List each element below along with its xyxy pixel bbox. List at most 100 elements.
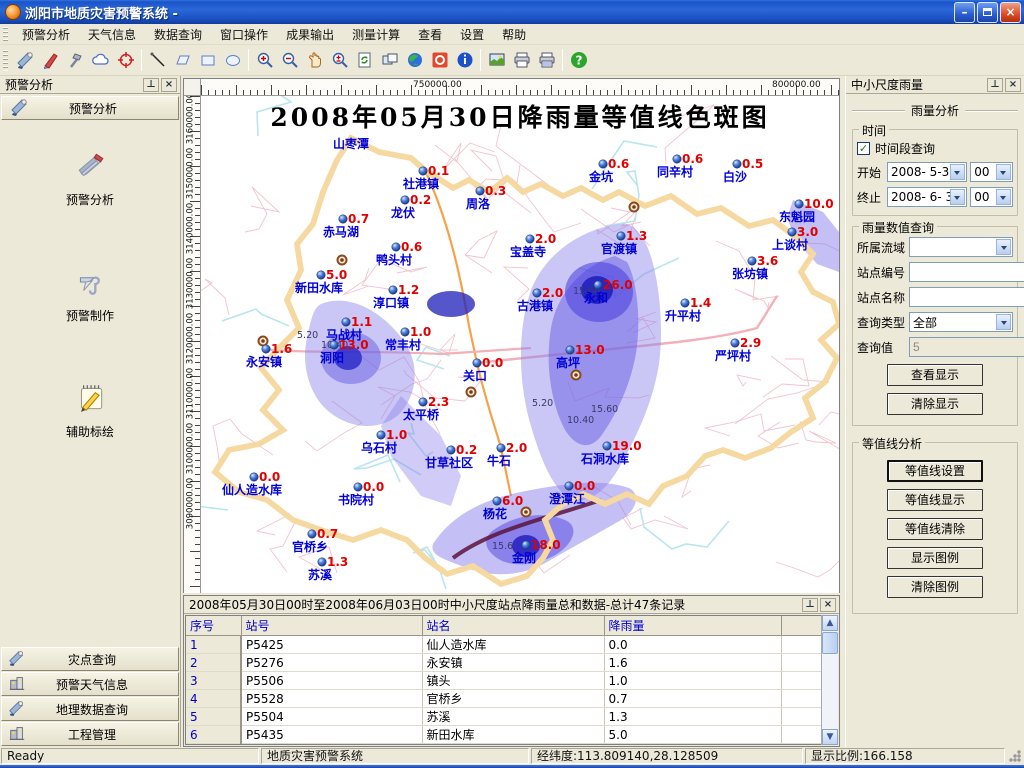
tool-hammer-icon[interactable]	[63, 48, 88, 72]
close-icon[interactable]: ×	[820, 598, 836, 612]
time-range-checkbox[interactable]: ✓	[857, 142, 870, 155]
layers-icon[interactable]	[377, 48, 402, 72]
station-value: 0.7	[348, 212, 369, 226]
contour-button-4[interactable]: 显示图例	[887, 547, 983, 569]
sidebar-bar[interactable]: 预警天气信息	[1, 672, 179, 696]
query-type-combo[interactable]: 全部	[909, 312, 1013, 332]
warning-make-icon[interactable]	[38, 48, 63, 72]
contour-button-5[interactable]: 清除图例	[887, 576, 983, 598]
minimize-button[interactable]: –	[954, 2, 975, 23]
warning-analysis-icon[interactable]	[13, 48, 38, 72]
title-bar[interactable]: 浏阳市地质灾害预警系统 - – ×	[0, 0, 1024, 24]
draw-polygon-icon[interactable]	[170, 48, 195, 72]
globe-icon[interactable]	[402, 48, 427, 72]
sidebar-item-1[interactable]: 预警分析	[66, 144, 114, 208]
rainfall-data-grid[interactable]: 序号站号站名降雨量 1P5425仙人造水库0.02P5276永安镇1.63P55…	[185, 615, 838, 745]
end-hour-combo[interactable]: 00	[970, 187, 1013, 207]
table-row[interactable]: 3P5506镇头1.0	[186, 672, 823, 690]
table-header[interactable]: 序号	[186, 616, 241, 636]
start-hour-combo[interactable]: 00	[970, 162, 1013, 182]
map-canvas[interactable]: 2008年05月30日降雨量等值线色斑图	[201, 96, 839, 593]
chevron-down-icon[interactable]	[996, 189, 1011, 205]
table-row[interactable]: 7P5310洞阳13.0	[186, 744, 823, 746]
contour-button-2[interactable]: 等值线显示	[887, 489, 983, 511]
restore-button[interactable]	[977, 2, 998, 23]
zoom-out-icon[interactable]	[277, 48, 302, 72]
zoom-in-icon[interactable]	[252, 48, 277, 72]
chevron-down-icon[interactable]	[996, 164, 1011, 180]
sidebar-bar[interactable]: 地理数据查询	[1, 697, 179, 721]
sidebar-bar[interactable]: 灾点查询	[1, 647, 179, 671]
table-header[interactable]: 站名	[422, 616, 604, 636]
menu-item[interactable]: 测量计算	[343, 24, 409, 45]
table-cell: 1.3	[604, 708, 781, 726]
refresh-icon[interactable]	[352, 48, 377, 72]
zoom-full-icon[interactable]	[327, 48, 352, 72]
print-icon[interactable]	[509, 48, 534, 72]
help-icon[interactable]: ?	[566, 48, 591, 72]
menu-item[interactable]: 设置	[451, 24, 493, 45]
station-id-input[interactable]	[909, 262, 1024, 282]
menu-item[interactable]: 查看	[409, 24, 451, 45]
locate-target-icon[interactable]	[113, 48, 138, 72]
chevron-down-icon[interactable]	[996, 314, 1011, 330]
scroll-up-icon[interactable]: ▲	[822, 615, 838, 631]
start-date-combo[interactable]: 2008- 5-30	[887, 162, 967, 182]
map-station: 1.6永安镇	[245, 342, 292, 369]
print-preview-icon[interactable]	[534, 48, 559, 72]
clear-display-button[interactable]: 清除显示	[887, 393, 983, 415]
menu-item[interactable]: 成果输出	[277, 24, 343, 45]
contour-button-3[interactable]: 等值线清除	[887, 518, 983, 540]
menu-item[interactable]: 天气信息	[79, 24, 145, 45]
table-header[interactable]: 降雨量	[604, 616, 781, 636]
draw-rectangle-icon[interactable]	[195, 48, 220, 72]
info-icon[interactable]	[452, 48, 477, 72]
scroll-down-icon[interactable]: ▼	[822, 729, 838, 745]
table-header[interactable]: 站号	[241, 616, 422, 636]
sidebar-section-header[interactable]: 预警分析	[1, 96, 179, 120]
row-number: 6	[186, 726, 241, 744]
end-date-combo[interactable]: 2008- 6- 3	[887, 187, 967, 207]
close-icon[interactable]: ×	[1005, 78, 1021, 92]
menu-item[interactable]: 数据查询	[145, 24, 211, 45]
toolbar-drag-handle[interactable]	[3, 50, 8, 71]
close-button[interactable]: ×	[1000, 2, 1021, 23]
table-row[interactable]: 4P5528官桥乡0.7	[186, 690, 823, 708]
menu-item[interactable]: 帮助	[493, 24, 535, 45]
pin-icon[interactable]: ⊥	[143, 78, 159, 92]
chevron-down-icon[interactable]	[950, 164, 965, 180]
rainfall-contour-map[interactable]: 5.2010.4015.605.2015.6010.4015.6 山枣潭0.1社…	[201, 96, 839, 593]
pin-icon[interactable]: ⊥	[802, 598, 818, 612]
contour-button-1[interactable]: 等值线设置	[887, 460, 983, 482]
stop-icon[interactable]	[427, 48, 452, 72]
close-icon[interactable]: ×	[161, 78, 177, 92]
menu-item[interactable]: 窗口操作	[211, 24, 277, 45]
basin-combo[interactable]	[909, 237, 1013, 257]
show-display-button[interactable]: 查看显示	[887, 364, 983, 386]
chevron-down-icon[interactable]	[996, 239, 1011, 255]
sidebar-bar[interactable]: 工程管理	[1, 722, 179, 746]
menu-item[interactable]: 预警分析	[13, 24, 79, 45]
draw-ellipse-icon[interactable]	[220, 48, 245, 72]
sidebar-item-2[interactable]: 预警制作	[66, 260, 114, 324]
sidebar-item-3[interactable]: 辅助标绘	[66, 376, 114, 440]
table-scrollbar[interactable]: ▲ ▼	[821, 615, 838, 745]
draw-line-icon[interactable]	[145, 48, 170, 72]
weather-cloud-icon[interactable]	[88, 48, 113, 72]
station-dot-icon	[401, 196, 409, 204]
resize-grip[interactable]	[1008, 749, 1022, 763]
legend-map-icon[interactable]	[484, 48, 509, 72]
menu-drag-handle[interactable]	[3, 27, 8, 41]
pan-hand-icon[interactable]	[302, 48, 327, 72]
scrollbar-thumb[interactable]	[822, 632, 838, 654]
map-station: 0.6金坑	[588, 157, 629, 184]
table-row[interactable]: 1P5425仙人造水库0.0	[186, 636, 823, 654]
station-name: 杨花	[483, 506, 507, 521]
station-name-input[interactable]	[909, 287, 1024, 307]
table-row[interactable]: 5P5504苏溪1.3	[186, 708, 823, 726]
table-row[interactable]: 6P5435新田水库5.0	[186, 726, 823, 744]
table-row[interactable]: 2P5276永安镇1.6	[186, 654, 823, 672]
station-value: 1.0	[386, 428, 407, 442]
chevron-down-icon[interactable]	[950, 189, 965, 205]
pin-icon[interactable]: ⊥	[987, 78, 1003, 92]
